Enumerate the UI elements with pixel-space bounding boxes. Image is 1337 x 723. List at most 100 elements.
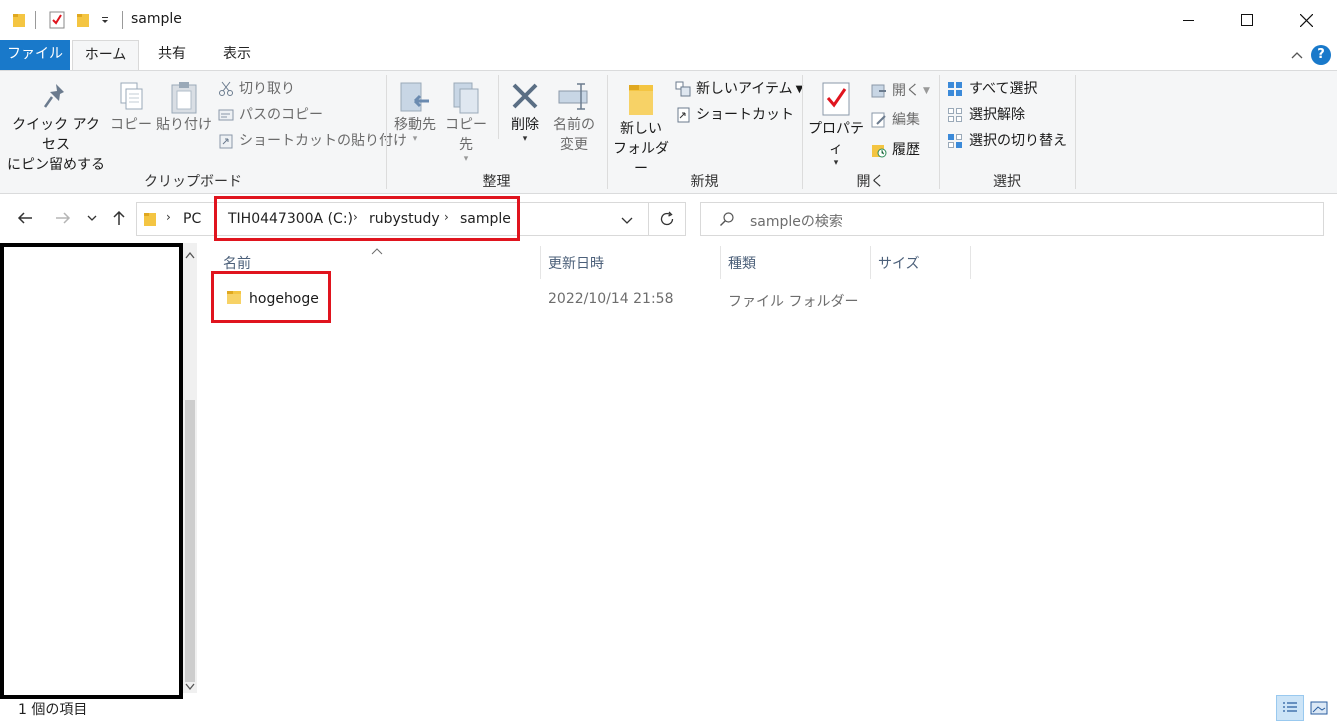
move-to-icon [390,81,440,115]
collapse-ribbon-icon[interactable] [1288,46,1306,64]
file-name[interactable]: hogehoge [249,291,319,307]
maximize-icon[interactable] [1218,0,1276,40]
rename-label-line1: 名前の [553,117,595,133]
copy-icon [110,81,152,115]
forward-arrow-icon[interactable] [50,205,76,231]
breadcrumb-sample[interactable]: sample [460,211,511,227]
history-icon [871,142,889,158]
scroll-up-icon[interactable] [184,247,196,263]
invert-selection-icon [947,133,965,149]
column-header-size[interactable]: サイズ [878,253,920,273]
refresh-icon[interactable] [658,210,676,232]
select-all-button[interactable]: すべて選択 [947,79,1037,99]
paste-shortcut-button[interactable]: ショートカットの貼り付け [218,131,407,151]
delete-button[interactable]: 削除 ▾ [503,81,547,144]
details-view-icon[interactable] [1276,695,1304,721]
breadcrumb-rubystudy[interactable]: rubystudy [369,211,440,227]
breadcrumb-drive[interactable]: TIH0447300A (C:) [228,211,353,227]
rename-button[interactable]: 名前の 変更 [549,81,599,155]
minimize-icon[interactable] [1160,0,1218,40]
shortcut-label: ショートカット [696,107,794,123]
large-icons-view-icon[interactable] [1305,695,1333,721]
move-to-button[interactable]: 移動先 ▾ [390,81,440,144]
open-icon [871,83,889,99]
sort-ascending-icon [371,243,383,259]
edit-button[interactable]: 編集 [871,110,920,130]
properties-button[interactable]: プロパティ ▾ [806,81,866,168]
select-none-label: 選択解除 [969,107,1025,123]
search-box[interactable]: sampleの検索 [700,202,1324,236]
new-item-button[interactable]: 新しいアイテム ▼ [675,79,803,99]
title-bar: sample [0,0,1337,40]
properties-check-icon[interactable] [47,10,67,30]
address-history-chevron-icon[interactable] [621,213,633,229]
column-separator[interactable] [540,246,541,279]
open-button[interactable]: 開く ▼ [871,81,930,101]
cut-label: 切り取り [239,81,295,97]
new-group-label: 新規 [690,174,719,190]
column-separator[interactable] [720,246,721,279]
invert-selection-button[interactable]: 選択の切り替え [947,131,1067,151]
tab-view[interactable]: 表示 [206,40,268,70]
column-header-type[interactable]: 種類 [728,253,756,273]
tab-file[interactable]: ファイル [0,40,70,70]
scrollbar-thumb[interactable] [185,400,195,682]
history-button[interactable]: 履歴 [871,140,920,160]
help-icon[interactable]: ? [1311,45,1331,65]
breadcrumb-chevron-icon[interactable]: › [444,210,449,224]
properties-icon [806,81,866,119]
table-row[interactable]: hogehoge 2022/10/14 21:58 ファイル フォルダー [210,271,1010,323]
address-bar[interactable]: › PC TIH0447300A (C:) › rubystudy › samp… [136,196,686,241]
paste-shortcut-label: ショートカットの貼り付け [239,133,407,149]
edit-label: 編集 [892,112,920,128]
folder-icon[interactable] [10,10,28,30]
move-to-label: 移動先 [394,117,436,133]
paste-button[interactable]: 貼り付け [154,81,214,135]
column-separator[interactable] [970,246,971,279]
select-all-label: すべて選択 [969,81,1038,97]
copy-to-dropdown-icon: ▾ [463,154,469,164]
shortcut-icon [675,107,693,123]
tab-home[interactable]: ホーム [72,40,139,70]
breadcrumb-pc[interactable]: PC [183,211,201,227]
new-folder-icon[interactable] [74,10,92,30]
big-folder-icon [611,81,671,119]
copy-button[interactable]: コピー [110,81,152,135]
column-header-modified[interactable]: 更新日時 [548,253,604,273]
breadcrumb-chevron-icon[interactable]: › [353,210,358,224]
recent-locations-chevron-icon[interactable] [81,205,103,231]
column-header-name[interactable]: 名前 [223,253,251,273]
select-none-icon [947,107,965,123]
select-group-label: 選択 [993,174,1021,190]
shortcut-button[interactable]: ショートカット [675,105,794,125]
select-none-button[interactable]: 選択解除 [947,105,1025,125]
column-separator[interactable] [870,246,871,279]
breadcrumb-chevron-icon[interactable]: › [166,210,171,224]
up-arrow-icon[interactable] [106,205,132,231]
copy-to-button[interactable]: コピー先 ▾ [440,81,492,164]
new-item-icon [675,81,693,97]
clipboard-group-label: クリップボード [144,174,242,190]
search-placeholder: sampleの検索 [750,214,843,230]
open-dropdown-icon: ▼ [923,86,930,96]
ribbon-tabs: ファイル ホーム 共有 表示 ? [0,40,1337,70]
copy-path-button[interactable]: パスのコピー [218,105,323,125]
search-icon [719,211,735,231]
group-separator [1075,75,1076,189]
title-separator [122,11,123,29]
open-group-label: 開く [856,174,885,190]
pin-to-quick-access-button[interactable]: クイック アクセス にピン留めする [6,81,106,175]
pin-icon [6,81,106,115]
cut-button[interactable]: 切り取り [218,79,295,99]
customize-dropdown-icon[interactable] [98,10,112,30]
edit-icon [871,112,889,128]
tab-share[interactable]: 共有 [142,40,202,70]
new-item-label: 新しいアイテム [696,81,793,97]
new-folder-button[interactable]: 新しい フォルダー [611,81,671,179]
back-arrow-icon[interactable] [12,205,38,231]
navigation-pane[interactable] [0,243,183,699]
copy-label: コピー [110,117,152,133]
close-icon[interactable] [1277,0,1335,40]
select-all-icon [947,81,965,97]
pin-label-line1: クイック アクセス [12,117,100,153]
